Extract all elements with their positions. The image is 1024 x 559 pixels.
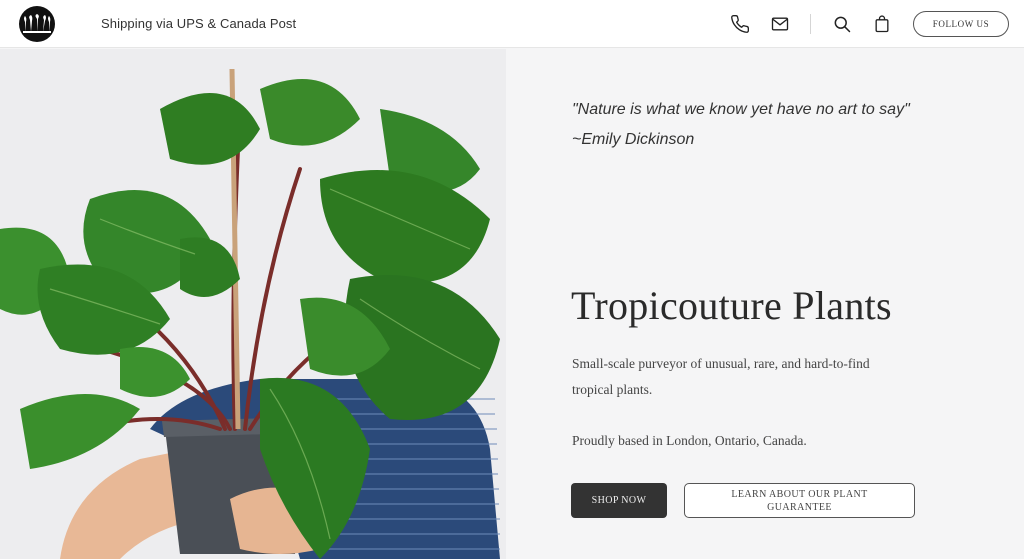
site-header: Shipping via UPS & Canada Post FOLLOW US	[0, 0, 1024, 48]
hero-description: Small-scale purveyor of unusual, rare, a…	[572, 356, 870, 397]
logo-plants-icon	[23, 14, 51, 33]
quote-text: "Nature is what we know yet have no art …	[572, 101, 910, 118]
header-divider	[810, 14, 811, 34]
location-text: Proudly based in London, Ontario, Canada…	[572, 433, 807, 448]
quote-author: ~Emily Dickinson	[572, 131, 695, 148]
hero-plant-image	[0, 49, 506, 559]
phone-icon[interactable]	[728, 12, 752, 36]
follow-us-button[interactable]: FOLLOW US	[913, 11, 1009, 37]
mail-icon[interactable]	[768, 12, 792, 36]
search-icon[interactable]	[830, 12, 854, 36]
plant-guarantee-button[interactable]: LEARN ABOUT OUR PLANT GUARANTEE	[684, 483, 915, 518]
plant-logo[interactable]	[19, 6, 55, 42]
shipping-info: Shipping via UPS & Canada Post	[101, 16, 297, 31]
quote-block: "Nature is what we know yet have no art …	[572, 95, 992, 155]
page-title: Tropicouture Plants	[571, 283, 892, 328]
shop-now-button[interactable]: SHOP NOW	[571, 483, 667, 518]
shopping-bag-icon[interactable]	[870, 12, 894, 36]
